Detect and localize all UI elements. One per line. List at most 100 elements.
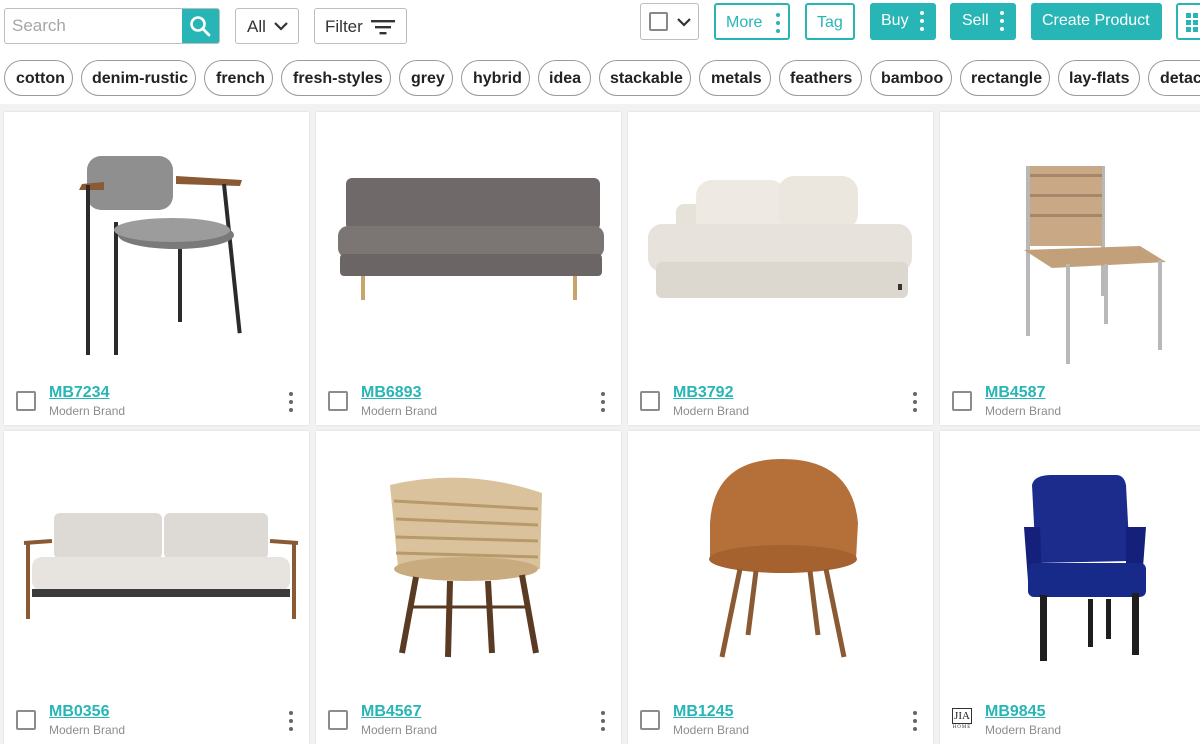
tag-chip-label: grey (411, 70, 445, 87)
tag-chip[interactable]: detac (1148, 60, 1200, 96)
kebab-menu-icon[interactable] (912, 711, 918, 731)
search-icon (190, 16, 211, 37)
chevron-down-icon (677, 18, 691, 27)
kebab-icon (1000, 11, 1004, 31)
product-image[interactable] (4, 112, 309, 380)
product-card[interactable]: MB3792 Modern Brand (628, 112, 933, 425)
kebab-icon (776, 13, 780, 33)
product-checkbox[interactable] (16, 710, 36, 730)
product-brand: Modern Brand (985, 723, 1062, 737)
product-sku-link[interactable]: MB4567 (361, 703, 421, 721)
tag-chip-label: cotton (16, 70, 65, 87)
tag-chip[interactable]: lay-flats (1058, 60, 1140, 96)
search-input[interactable] (5, 9, 190, 43)
product-checkbox[interactable] (640, 391, 660, 411)
product-checkbox[interactable] (640, 710, 660, 730)
create-product-label: Create Product (1042, 12, 1150, 29)
tag-chip[interactable]: grey (399, 60, 453, 96)
select-all-dropdown[interactable] (640, 3, 699, 40)
tag-chip-label: detac (1160, 70, 1200, 87)
tag-chip[interactable]: denim-rustic (81, 60, 196, 96)
product-checkbox[interactable] (952, 391, 972, 411)
product-card[interactable]: MB7234 Modern Brand (4, 112, 309, 425)
product-brand: Modern Brand (361, 404, 438, 418)
tag-chip[interactable]: rectangle (960, 60, 1050, 96)
toolbar: All Filter More Tag Buy Sell Create Prod… (0, 0, 1200, 52)
tag-chip[interactable]: metals (699, 60, 771, 96)
product-brand: Modern Brand (673, 404, 750, 418)
sell-label: Sell (962, 12, 989, 29)
tag-chip-bar: cotton denim-rustic french fresh-styles … (0, 52, 1200, 104)
product-card[interactable]: MB4567 Modern Brand (316, 431, 621, 744)
tag-chip-label: bamboo (881, 70, 944, 87)
product-checkbox[interactable] (328, 391, 348, 411)
grid-view-icon (1186, 13, 1198, 32)
tag-chip[interactable]: bamboo (870, 60, 952, 96)
buy-label: Buy (881, 12, 909, 29)
tag-chip-label: feathers (790, 70, 853, 87)
kebab-icon (920, 11, 924, 31)
product-sku-link[interactable]: MB4587 (985, 384, 1045, 402)
tag-chip[interactable]: french (204, 60, 273, 96)
tag-chip-label: stackable (610, 70, 683, 87)
product-card[interactable]: MB0356 Modern Brand (4, 431, 309, 744)
product-card[interactable]: MB6893 Modern Brand (316, 112, 621, 425)
tag-chip[interactable]: fresh-styles (281, 60, 391, 96)
buy-button[interactable]: Buy (870, 3, 936, 40)
kebab-menu-icon[interactable] (600, 711, 606, 731)
scope-dropdown[interactable]: All (235, 8, 299, 44)
product-image[interactable] (628, 431, 933, 699)
product-sku-link[interactable]: MB6893 (361, 384, 421, 402)
kebab-menu-icon[interactable] (288, 392, 294, 412)
product-image[interactable] (4, 431, 309, 699)
product-sku-link[interactable]: MB9845 (985, 703, 1045, 721)
tag-chip-label: french (216, 70, 265, 87)
tag-chip-label: idea (549, 70, 582, 87)
product-card[interactable]: JIA HOME MB9845 Modern Brand (940, 431, 1200, 744)
product-sku-link[interactable]: MB0356 (49, 703, 109, 721)
brand-logo-sub: HOME (952, 725, 972, 730)
product-sku-link[interactable]: MB3792 (673, 384, 733, 402)
filter-button[interactable]: Filter (314, 8, 407, 44)
tag-chip[interactable]: cotton (4, 60, 73, 96)
brand-logo-mark: JIA (952, 708, 972, 724)
filter-icon (371, 20, 395, 35)
create-product-button[interactable]: Create Product (1031, 3, 1162, 40)
scope-label: All (247, 17, 266, 36)
kebab-menu-icon[interactable] (912, 392, 918, 412)
product-card[interactable]: MB4587 Modern Brand (940, 112, 1200, 425)
tag-chip-label: metals (711, 70, 762, 87)
tag-chip[interactable]: stackable (599, 60, 691, 96)
tag-chip[interactable]: idea (538, 60, 591, 96)
product-brand: Modern Brand (49, 723, 126, 737)
product-card[interactable]: MB1245 Modern Brand (628, 431, 933, 744)
tag-chip-label: denim-rustic (92, 70, 189, 87)
kebab-menu-icon[interactable] (288, 711, 294, 731)
product-image[interactable] (940, 431, 1200, 699)
tag-chip-label: fresh-styles (293, 70, 383, 87)
tag-chip[interactable]: feathers (779, 60, 862, 96)
brand-logo: JIA HOME (952, 708, 972, 732)
product-checkbox[interactable] (16, 391, 36, 411)
product-brand: Modern Brand (673, 723, 750, 737)
grid-view-button[interactable] (1176, 3, 1200, 40)
product-checkbox[interactable] (328, 710, 348, 730)
select-all-checkbox[interactable] (649, 12, 668, 31)
product-image[interactable] (316, 431, 621, 699)
sell-button[interactable]: Sell (950, 3, 1016, 40)
tag-chip-label: rectangle (971, 70, 1043, 87)
product-sku-link[interactable]: MB1245 (673, 703, 733, 721)
filter-label: Filter (325, 17, 363, 36)
more-button[interactable]: More (714, 3, 790, 40)
product-brand: Modern Brand (361, 723, 438, 737)
product-image[interactable] (628, 112, 933, 380)
product-image[interactable] (940, 112, 1200, 380)
tag-button[interactable]: Tag (805, 3, 855, 40)
tag-chip[interactable]: hybrid (461, 60, 530, 96)
kebab-menu-icon[interactable] (600, 392, 606, 412)
search-box (4, 8, 220, 44)
product-image[interactable] (316, 112, 621, 380)
tag-chip-label: hybrid (473, 70, 522, 87)
product-sku-link[interactable]: MB7234 (49, 384, 109, 402)
search-button[interactable] (182, 9, 219, 43)
